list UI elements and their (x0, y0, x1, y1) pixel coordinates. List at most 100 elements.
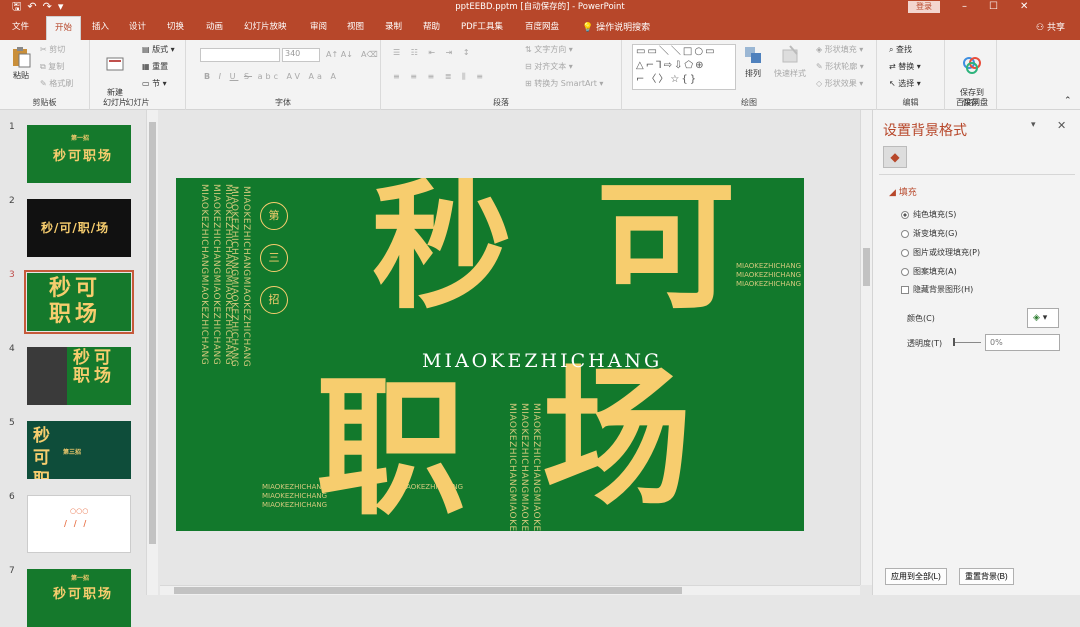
select-button[interactable]: ↖ 选择 ▾ (889, 78, 921, 89)
tab-help[interactable]: 帮助 (423, 21, 440, 33)
tab-design[interactable]: 设计 (129, 21, 146, 33)
collapse-ribbon-icon[interactable]: ⌃ (1064, 96, 1072, 106)
ribbon: 粘贴 ✂ 剪切 ⧉ 复制 ✎ 格式刷 剪贴板 新建 幻灯片 ▤ 版式 ▾ ▦ 重… (0, 40, 1080, 110)
shape-outline-button[interactable]: ✎ 形状轮廓 ▾ (816, 61, 864, 72)
minimize-button[interactable]: – (962, 1, 989, 12)
tab-file[interactable]: 文件 (12, 21, 29, 33)
thumb-title: 秒可职场 (53, 149, 114, 164)
fill-section-header[interactable]: ◢ 填充 (889, 185, 917, 198)
slider-handle[interactable] (953, 338, 955, 346)
cursor-icon: ↖ (889, 79, 896, 88)
shape-fill-button[interactable]: ◈ 形状填充 ▾ (816, 44, 863, 55)
shape-effects-button[interactable]: ◇ 形状效果 ▾ (816, 78, 863, 89)
baidu-netdisk-icon (963, 57, 981, 74)
layout-button[interactable]: ▤ 版式 ▾ (142, 44, 175, 55)
solid-fill-radio[interactable]: 纯色填充(S) (901, 209, 956, 220)
thumb-tag: 第三招 (63, 449, 82, 456)
tab-slideshow[interactable]: 幻灯片放映 (244, 21, 287, 33)
scrollbar-thumb[interactable] (149, 122, 156, 544)
shadow-button[interactable]: abc (258, 72, 281, 81)
slide-thumbnail-5[interactable]: 秒可职场 第三招 (27, 421, 131, 479)
small-text: MIAOKEZHICHANG (736, 271, 802, 279)
spacing-button[interactable]: AV (287, 72, 303, 81)
editor-scrollbar[interactable] (860, 110, 872, 585)
font-name-combo[interactable] (200, 48, 280, 62)
slide-thumbnail-2[interactable]: 秒/可/职/场 (27, 199, 131, 257)
circle-label: 招 (260, 286, 288, 314)
vertical-text: MIAOKEZHICHANGMIAOKEZHICHANG (241, 186, 251, 368)
hide-background-checkbox[interactable]: 隐藏背景图形(H) (901, 284, 973, 295)
vertical-text: MIAOKEZHICHANGMIAOKEZHICHANG (519, 403, 529, 531)
slide-thumbnail-7[interactable]: 第一招 秒可职场 (27, 569, 131, 627)
cut-button[interactable]: ✂ 剪切 (40, 44, 65, 55)
picture-fill-radio[interactable]: 图片或纹理填充(P) (901, 247, 980, 258)
thumbnail-scrollbar[interactable] (146, 110, 158, 595)
close-icon[interactable]: ✕ (1057, 119, 1066, 132)
quick-styles-button[interactable]: 快速样式 (770, 44, 810, 79)
slide-canvas[interactable]: MIAOKEZHICHANGMIAOKEZHICHANG MIAOKEZHICH… (176, 178, 804, 531)
tab-transitions[interactable]: 切换 (167, 21, 184, 33)
slide-number: 1 (9, 122, 15, 132)
scrollbar-thumb[interactable] (863, 248, 870, 286)
apply-to-all-button[interactable]: 应用到全部(L) (885, 568, 947, 585)
clear-format-icon[interactable]: A⌫ (361, 50, 378, 59)
case-button[interactable]: Aa (309, 72, 325, 81)
smartart-button[interactable]: ⊞ 转换为 SmartArt ▾ (525, 78, 603, 89)
login-button[interactable]: 登录 (908, 1, 940, 13)
color-picker-button[interactable]: ◈ ▾ (1027, 308, 1059, 328)
reset-button[interactable]: ▦ 重置 (142, 61, 168, 72)
strike-button[interactable]: S (244, 72, 252, 81)
paste-button[interactable]: 粘贴 (8, 46, 34, 81)
fill-bucket-icon[interactable]: ◆ (883, 146, 907, 168)
gradient-fill-radio[interactable]: 渐变填充(G) (901, 228, 957, 239)
tab-home[interactable]: 开始 (46, 16, 82, 40)
thumb-title: / / / (64, 518, 89, 528)
vertical-text: MIAOKEZHICHANGMIAOKEZHICHANG (229, 186, 239, 368)
text-direction-button[interactable]: ⇅ 文字方向 ▾ (525, 44, 573, 55)
arrange-button[interactable]: 排列 (740, 44, 766, 79)
transparency-slider[interactable] (953, 342, 981, 343)
list-buttons[interactable]: ☰ ☷ ⇤ ⇥ ↕ (393, 48, 474, 57)
shapes-gallery[interactable]: ▭▭＼＼□○▭ △⌐⅂⇨⇩⬠⊕ ⌐〈〉☆{} (632, 44, 736, 90)
reset-background-button[interactable]: 重置背景(B) (959, 568, 1014, 585)
underline-button[interactable]: U (230, 72, 239, 81)
scrollbar-thumb[interactable] (174, 587, 682, 594)
font-color-button[interactable]: A (330, 72, 338, 81)
slide-thumbnail-6[interactable]: ○○○ / / / (27, 495, 131, 553)
color-label: 颜色(C) (907, 314, 935, 323)
tell-me-search[interactable]: 💡 操作说明搜索 (582, 20, 650, 33)
format-painter-button[interactable]: ✎ 格式刷 (40, 78, 73, 89)
arrange-icon (745, 47, 761, 63)
tab-review[interactable]: 审阅 (310, 21, 327, 33)
tab-animations[interactable]: 动画 (206, 21, 223, 33)
slide-thumbnail-4[interactable]: 秒可职场 (27, 347, 131, 405)
tab-baidu-netdisk[interactable]: 百度网盘 (525, 21, 559, 33)
align-buttons[interactable]: ≡ ≡ ≡ ≣ ⫼ ≡ (393, 72, 487, 82)
tab-pdf-tools[interactable]: PDF工具集 (461, 21, 503, 33)
font-size-combo[interactable]: 340 (282, 48, 320, 62)
tab-insert[interactable]: 插入 (92, 21, 109, 33)
paste-icon (13, 47, 31, 68)
bold-button[interactable]: B (204, 72, 213, 81)
share-button[interactable]: ⚇ 共享 (1036, 20, 1065, 33)
slide-thumbnail-1[interactable]: 第一招 秒可职场 (27, 125, 131, 183)
slide-thumbnail-3[interactable]: 秒可职场 (24, 270, 134, 334)
slide-number: 5 (9, 418, 15, 428)
horizontal-scrollbar[interactable] (160, 585, 860, 595)
tab-view[interactable]: 视图 (347, 21, 364, 33)
pane-options-icon[interactable]: ▾ (1031, 120, 1036, 130)
pattern-fill-radio[interactable]: 图案填充(A) (901, 266, 957, 277)
grow-font-icon[interactable]: A↑ A↓ (326, 50, 353, 59)
thumb-title: 秒可职场 (53, 587, 114, 602)
align-text-button[interactable]: ⊟ 对齐文本 ▾ (525, 61, 573, 72)
section-button[interactable]: ▭ 节 ▾ (142, 78, 167, 89)
copy-button[interactable]: ⧉ 复制 (40, 61, 64, 72)
transparency-input[interactable]: 0% (985, 334, 1060, 351)
radio-icon (901, 229, 909, 238)
find-button[interactable]: ⌕ 查找 (889, 44, 912, 55)
close-button[interactable]: ✕ (1020, 1, 1050, 12)
tab-record[interactable]: 录制 (385, 21, 402, 33)
maximize-button[interactable]: ☐ (989, 1, 1020, 12)
replace-button[interactable]: ⇄ 替换 ▾ (889, 61, 921, 72)
italic-button[interactable]: I (219, 72, 224, 81)
